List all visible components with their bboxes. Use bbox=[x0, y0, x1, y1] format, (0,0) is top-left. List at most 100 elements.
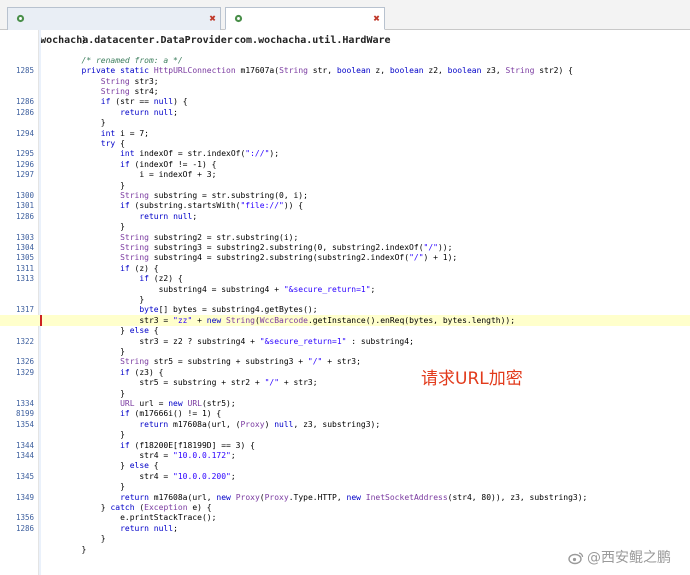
code-line[interactable]: 1295 int indexOf = str.indexOf("://"); bbox=[0, 148, 690, 159]
code-line[interactable]: 1300 String substring = str.substring(0,… bbox=[0, 190, 690, 201]
code-line[interactable]: } bbox=[0, 294, 690, 305]
code-text: } else { bbox=[43, 326, 159, 336]
code-line[interactable]: 1304 String substring3 = substring2.subs… bbox=[0, 242, 690, 253]
code-line[interactable]: String str3; bbox=[0, 76, 690, 87]
code-line[interactable]: 1322 str3 = z2 ? substring4 + "&secure_r… bbox=[0, 336, 690, 347]
code-text: String str5 = substring + substring3 + "… bbox=[120, 357, 361, 367]
code-text: } bbox=[43, 180, 125, 190]
code-text: int indexOf = str.indexOf("://"); bbox=[120, 149, 280, 159]
code-line[interactable]: } bbox=[0, 429, 690, 440]
code-line[interactable]: 1356 e.printStackTrace(); bbox=[0, 512, 690, 523]
line-number: 1301 bbox=[15, 201, 34, 211]
code-line[interactable]: 1354 return m17608a(url, (Proxy) null, z… bbox=[0, 419, 690, 430]
code-line[interactable]: } bbox=[0, 180, 690, 191]
code-text: str3 = z2 ? substring4 + "&secure_return… bbox=[43, 336, 414, 346]
code-line[interactable]: String str4; bbox=[0, 86, 690, 97]
code-line[interactable]: 1334 URL url = new URL(str5); bbox=[0, 398, 690, 409]
line-number: 1356 bbox=[15, 513, 34, 523]
code-line[interactable]: try { bbox=[0, 138, 690, 149]
code-line[interactable]: } else { bbox=[0, 325, 690, 336]
code-line[interactable]: 1305 String substring4 = substring2.subs… bbox=[0, 252, 690, 263]
code-line[interactable]: } bbox=[0, 34, 690, 45]
line-number: 1286 bbox=[15, 97, 34, 107]
code-text: String str4; bbox=[100, 87, 159, 96]
code-line[interactable]: 1297 i = indexOf + 3; bbox=[0, 169, 690, 180]
code-text: String substring3 = substring2.substring… bbox=[120, 243, 453, 252]
tab-dataprovider[interactable]: com.wochacha.datacenter.DataProvider ✖ bbox=[7, 7, 233, 46]
code-editor[interactable]: } /* renamed from: a */1285 private stat… bbox=[0, 30, 690, 575]
code-line[interactable]: 1313 if (z2) { bbox=[0, 273, 690, 284]
code-line[interactable]: 1286 return null; bbox=[0, 523, 690, 534]
code-line[interactable]: 1303 String substring2 = str.substring(i… bbox=[0, 232, 690, 243]
code-line[interactable]: 1349 return m17608a(url, new Proxy(Proxy… bbox=[0, 492, 690, 503]
code-text: return null; bbox=[120, 107, 178, 117]
code-line[interactable]: 1329 if (z3) { bbox=[0, 367, 690, 378]
code-line[interactable] bbox=[0, 44, 690, 55]
code-text: substring4 = substring4 + "&secure_retur… bbox=[43, 284, 376, 294]
line-number: 1311 bbox=[15, 263, 34, 273]
line-number: 1349 bbox=[15, 492, 34, 502]
line-number: 1344 bbox=[15, 440, 34, 450]
code-line[interactable]: 1311 if (z) { bbox=[0, 263, 690, 274]
code-line[interactable]: 1285 private static HttpURLConnection m1… bbox=[0, 65, 690, 76]
code-line[interactable]: 1344 if (f18200E[f18199D] == 3) { bbox=[0, 440, 690, 451]
code-line[interactable]: } else { bbox=[0, 460, 690, 471]
code-text: } bbox=[43, 388, 125, 398]
code-line[interactable]: str5 = substring + str2 + "/" + str3; bbox=[0, 377, 690, 388]
code-line[interactable]: 1301 if (substring.startsWith("file://")… bbox=[0, 200, 690, 211]
weibo-icon bbox=[568, 552, 584, 565]
code-text: } bbox=[43, 118, 106, 128]
code-text: if (str == null) { bbox=[100, 97, 188, 107]
code-line[interactable]: } bbox=[0, 346, 690, 357]
code-line[interactable]: } bbox=[0, 388, 690, 399]
code-line[interactable]: } bbox=[0, 481, 690, 492]
code-line[interactable]: 1345 str4 = "10.0.0.200"; bbox=[0, 471, 690, 482]
watermark: @西安鲲之鹏 bbox=[568, 547, 671, 567]
code-text: URL url = new URL(str5); bbox=[120, 399, 236, 408]
annotation-label: 请求URL加密 bbox=[421, 369, 523, 389]
code-line[interactable]: 1296 if (indexOf != -1) { bbox=[0, 159, 690, 170]
code-line[interactable]: 1286 return null; bbox=[0, 211, 690, 222]
code-text: } else { bbox=[43, 461, 159, 471]
code-line[interactable]: /* renamed from: a */ bbox=[0, 55, 690, 66]
line-number: 8199 bbox=[15, 409, 34, 419]
line-number: 1345 bbox=[15, 471, 34, 481]
line-number: 1354 bbox=[15, 419, 34, 429]
code-text: } bbox=[43, 222, 125, 232]
line-number: 1304 bbox=[15, 243, 34, 252]
watermark-text: @西安鲲之鹏 bbox=[587, 550, 671, 566]
code-text: if (indexOf != -1) { bbox=[120, 159, 217, 169]
code-line[interactable]: } bbox=[0, 117, 690, 128]
code-line[interactable]: } bbox=[0, 533, 690, 544]
close-icon[interactable]: ✖ bbox=[373, 8, 380, 30]
tab-hardware[interactable]: com.wochacha.util.HardWare ✖ bbox=[225, 7, 391, 46]
code-text: } bbox=[43, 430, 125, 440]
line-number: 1326 bbox=[15, 357, 34, 367]
highlighted-code-line[interactable]: str3 = "zz" + new String(WccBarcode.getI… bbox=[0, 314, 690, 326]
code-text: if (z3) { bbox=[120, 367, 164, 377]
close-icon[interactable]: ✖ bbox=[209, 8, 216, 30]
code-line[interactable]: substring4 = substring4 + "&secure_retur… bbox=[0, 284, 690, 295]
code-line[interactable]: 1326 String str5 = substring + substring… bbox=[0, 356, 690, 367]
code-line[interactable]: } bbox=[0, 221, 690, 232]
code-text: int i = 7; bbox=[100, 128, 149, 138]
code-line[interactable]: 1294 int i = 7; bbox=[0, 128, 690, 139]
line-number: 1294 bbox=[15, 128, 34, 138]
code-text: byte[] bytes = substring4.getBytes(); bbox=[139, 305, 318, 315]
code-text: if (substring.startsWith("file://")) { bbox=[120, 201, 304, 211]
code-text: String substring2 = str.substring(i); bbox=[120, 232, 299, 242]
code-line[interactable]: 1317 byte[] bytes = substring4.getBytes(… bbox=[0, 304, 690, 315]
code-line[interactable]: 1344 str4 = "10.0.0.172"; bbox=[0, 450, 690, 461]
code-line[interactable]: 8199 if (m17666i() != 1) { bbox=[0, 408, 690, 419]
java-class-icon bbox=[234, 14, 243, 22]
line-number: 1286 bbox=[15, 107, 34, 117]
code-text: if (z) { bbox=[120, 263, 159, 273]
code-text: i = indexOf + 3; bbox=[43, 170, 217, 180]
code-text: String substring = str.substring(0, i); bbox=[120, 191, 308, 200]
code-text: try { bbox=[100, 139, 125, 148]
code-line[interactable]: } catch (Exception e) { bbox=[0, 502, 690, 513]
line-number: 1317 bbox=[15, 305, 34, 315]
code-line[interactable]: 1286 return null; bbox=[0, 107, 690, 118]
code-line[interactable]: 1286 if (str == null) { bbox=[0, 96, 690, 107]
code-text: } bbox=[43, 295, 145, 304]
